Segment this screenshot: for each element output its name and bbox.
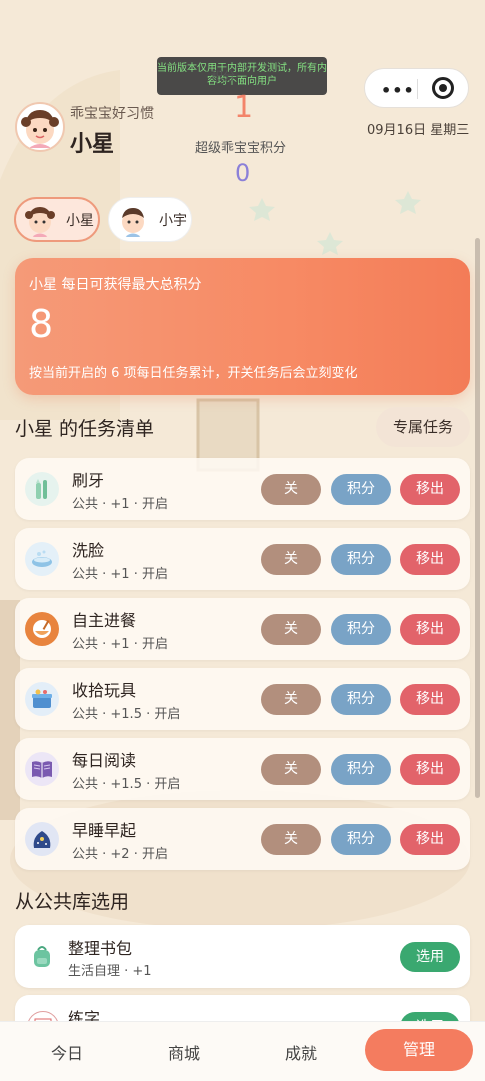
task-meta: 公共 · +1 · 开启 <box>72 497 168 512</box>
nav-today[interactable]: 今日 <box>51 1040 83 1064</box>
points-label: 积分 <box>211 69 236 83</box>
task-off-button[interactable]: 关 <box>261 544 321 575</box>
app-subtitle: 乖宝宝好习惯 <box>70 106 154 122</box>
task-points-button[interactable]: 积分 <box>331 474 391 505</box>
task-remove-button[interactable]: 移出 <box>400 614 460 645</box>
date-display: 09月16日 星期三 <box>367 123 470 138</box>
bottom-nav: 今日 商城 成就 管理 <box>0 1021 485 1081</box>
task-off-button[interactable]: 关 <box>261 824 321 855</box>
kid-chip-xiaoyu[interactable]: 小宇 <box>108 197 192 242</box>
meal-icon <box>25 612 59 646</box>
max-score-value: 8 <box>29 302 54 346</box>
task-remove-button[interactable]: 移出 <box>400 684 460 715</box>
points-value: 1 <box>234 90 254 125</box>
nav-mall[interactable]: 商城 <box>168 1040 200 1064</box>
task-meta: 公共 · +2 · 开启 <box>72 847 168 862</box>
task-row: 每日阅读 公共 · +1.5 · 开启 关 积分 移出 <box>15 738 470 800</box>
task-points-button[interactable]: 积分 <box>331 684 391 715</box>
task-points-button[interactable]: 积分 <box>331 614 391 645</box>
max-score-description: 按当前开启的 6 项每日任务累计，开关任务后会立刻变化 <box>29 366 358 381</box>
task-remove-button[interactable]: 移出 <box>400 824 460 855</box>
select-button[interactable]: 选用 <box>400 942 460 972</box>
task-points-button[interactable]: 积分 <box>331 544 391 575</box>
task-remove-button[interactable]: 移出 <box>400 474 460 505</box>
wash-face-icon <box>25 542 59 576</box>
task-name: 自主进餐 <box>72 611 137 630</box>
kid-avatar[interactable] <box>15 102 65 152</box>
capsule-divider <box>417 79 418 99</box>
task-row: 洗脸 公共 · +1 · 开启 关 积分 移出 <box>15 528 470 590</box>
night-icon <box>25 822 59 856</box>
task-remove-button[interactable]: 移出 <box>400 544 460 575</box>
book-icon <box>25 752 59 786</box>
library-item: 整理书包 生活自理 · +1 选用 <box>15 925 470 988</box>
kid-chip-label: 小星 <box>66 212 94 229</box>
task-remove-button[interactable]: 移出 <box>400 754 460 785</box>
task-off-button[interactable]: 关 <box>261 684 321 715</box>
task-name: 刷牙 <box>72 471 105 490</box>
library-item-name: 整理书包 <box>68 939 133 958</box>
task-row: 早睡早起 公共 · +2 · 开启 关 积分 移出 <box>15 808 470 870</box>
task-points-button[interactable]: 积分 <box>331 754 391 785</box>
kid-chip-label: 小宇 <box>159 212 187 229</box>
more-menu-icon[interactable]: ••• <box>381 81 415 100</box>
super-points-value: 0 <box>235 159 251 187</box>
kid-chip-xiaoxing[interactable]: 小星 <box>14 197 100 242</box>
library-item-meta: 生活自理 · +1 <box>68 964 152 979</box>
task-row: 刷牙 公共 · +1 · 开启 关 积分 移出 <box>15 458 470 520</box>
library-title: 从公共库选用 <box>15 891 130 913</box>
task-meta: 公共 · +1 · 开启 <box>72 637 168 652</box>
task-name: 早睡早起 <box>72 821 137 840</box>
nav-achievement[interactable]: 成就 <box>285 1040 317 1064</box>
max-score-title: 小星 每日可获得最大总积分 <box>29 277 202 293</box>
toothbrush-icon <box>25 472 59 506</box>
task-name: 收拾玩具 <box>72 681 137 700</box>
task-meta: 公共 · +1 · 开启 <box>72 567 168 582</box>
task-list-title: 小星 的任务清单 <box>15 418 155 440</box>
kid-name: 小星 <box>70 132 115 157</box>
boy-avatar-icon <box>115 202 151 238</box>
task-row: 收拾玩具 公共 · +1.5 · 开启 关 积分 移出 <box>15 668 470 730</box>
task-off-button[interactable]: 关 <box>261 754 321 785</box>
nav-manage[interactable]: 管理 <box>365 1029 473 1071</box>
super-points-label: 超级乖宝宝积分 <box>195 141 287 156</box>
toy-box-icon <box>25 682 59 716</box>
scrollbar[interactable] <box>475 238 480 798</box>
backpack-icon <box>27 941 57 971</box>
task-meta: 公共 · +1.5 · 开启 <box>72 707 181 722</box>
task-meta: 公共 · +1.5 · 开启 <box>72 777 181 792</box>
max-score-card: 小星 每日可获得最大总积分 8 按当前开启的 6 项每日任务累计，开关任务后会立… <box>15 258 470 395</box>
girl-avatar-icon <box>22 202 58 238</box>
task-row: 自主进餐 公共 · +1 · 开启 关 积分 移出 <box>15 598 470 660</box>
close-target-icon[interactable] <box>432 77 454 99</box>
task-name: 每日阅读 <box>72 751 137 770</box>
exclusive-task-button[interactable]: 专属任务 <box>376 407 470 447</box>
task-off-button[interactable]: 关 <box>261 614 321 645</box>
task-name: 洗脸 <box>72 541 105 560</box>
miniprogram-capsule: ••• <box>364 68 469 108</box>
task-points-button[interactable]: 积分 <box>331 824 391 855</box>
task-off-button[interactable]: 关 <box>261 474 321 505</box>
